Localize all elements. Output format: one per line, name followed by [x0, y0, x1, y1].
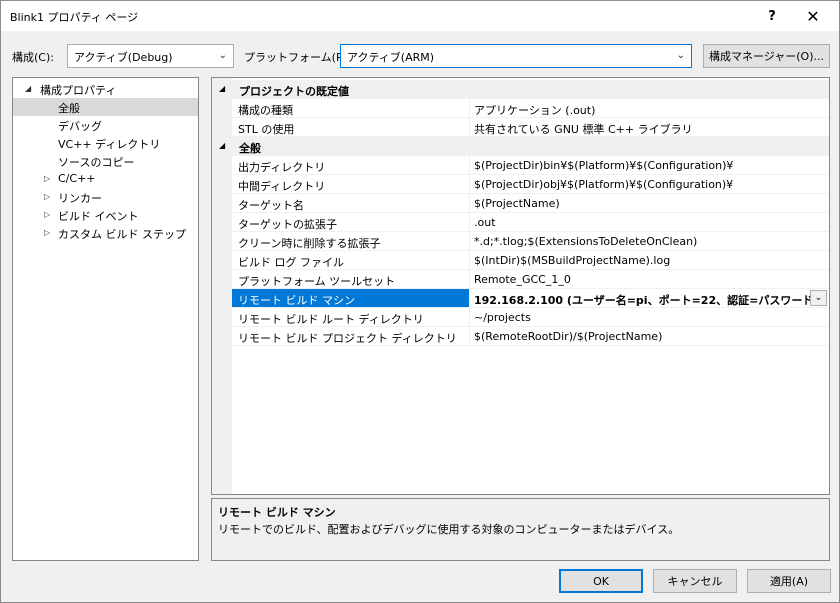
- property-row[interactable]: ビルド ログ ファイル $(IntDir)$(MSBuildProjectNam…: [232, 251, 829, 270]
- property-row[interactable]: プラットフォーム ツールセット Remote_GCC_1_0: [232, 270, 829, 289]
- property-value[interactable]: ~/projects: [470, 308, 829, 327]
- properties-dialog: Blink1 プロパティ ページ ? ✕ 構成(C): アクティブ(Debug)…: [0, 0, 840, 603]
- collapsed-icon[interactable]: ▷: [44, 192, 54, 201]
- tree-item-label: C/C++: [58, 172, 96, 185]
- property-value[interactable]: .out: [470, 213, 829, 232]
- property-row[interactable]: ターゲットの拡張子 .out: [232, 213, 829, 232]
- apply-button[interactable]: 適用(A): [747, 569, 831, 593]
- property-row[interactable]: クリーン時に削除する拡張子 *.d;*.tlog;$(ExtensionsToD…: [232, 232, 829, 251]
- property-name: クリーン時に削除する拡張子: [232, 232, 470, 251]
- tree-item-general[interactable]: 全般: [13, 98, 198, 116]
- property-name: ビルド ログ ファイル: [232, 251, 470, 270]
- property-row[interactable]: リモート ビルド プロジェクト ディレクトリ $(RemoteRootDir)/…: [232, 327, 829, 346]
- tree-item-configuration-properties[interactable]: ◢ 構成プロパティ: [13, 80, 198, 98]
- property-name: プラットフォーム ツールセット: [232, 270, 470, 289]
- property-value-text: 192.168.2.100 (ユーザー名=pi、ポート=22、認証=パスワード): [474, 294, 819, 307]
- description-title: リモート ビルド マシン: [218, 506, 336, 519]
- property-value[interactable]: Remote_GCC_1_0: [470, 270, 829, 289]
- configuration-dropdown[interactable]: アクティブ(Debug) ⌄: [67, 44, 234, 68]
- property-name: ターゲットの拡張子: [232, 213, 470, 232]
- configuration-manager-button[interactable]: 構成マネージャー(O)...: [703, 44, 830, 68]
- expanded-icon[interactable]: ◢: [25, 84, 35, 93]
- tree-item-label: 全般: [58, 102, 80, 115]
- expanded-icon[interactable]: ◢: [219, 141, 225, 150]
- tree-item-label: ソースのコピー: [58, 156, 135, 169]
- description-panel: リモート ビルド マシン リモートでのビルド、配置およびデバッグに使用する対象の…: [211, 498, 830, 561]
- property-name: リモート ビルド マシン: [232, 289, 470, 308]
- chevron-down-icon: ⌄: [676, 50, 685, 61]
- configuration-value: アクティブ(Debug): [74, 51, 173, 64]
- property-row[interactable]: リモート ビルド ルート ディレクトリ ~/projects: [232, 308, 829, 327]
- tree-item-c-cpp[interactable]: ▷ C/C++: [13, 170, 198, 188]
- property-name: リモート ビルド ルート ディレクトリ: [232, 308, 470, 327]
- tree-item-label: VC++ ディレクトリ: [58, 138, 161, 151]
- close-button[interactable]: ✕: [793, 1, 833, 31]
- property-grid[interactable]: ◢ プロジェクトの既定値 構成の種類 アプリケーション (.out) STL の…: [211, 77, 830, 495]
- platform-value: アクティブ(ARM): [347, 51, 435, 64]
- platform-label: プラットフォーム(P):: [244, 51, 351, 64]
- property-value[interactable]: $(ProjectDir)bin¥$(Platform)¥$(Configura…: [470, 156, 829, 175]
- chevron-down-icon: ⌄: [218, 50, 227, 61]
- category-label: 全般: [239, 142, 261, 155]
- collapsed-icon[interactable]: ▷: [44, 210, 54, 219]
- collapsed-icon[interactable]: ▷: [44, 174, 54, 183]
- chevron-down-icon: ⌄: [814, 293, 823, 303]
- tree-item-copy-sources[interactable]: ソースのコピー: [13, 152, 198, 170]
- property-value[interactable]: 192.168.2.100 (ユーザー名=pi、ポート=22、認証=パスワード)…: [470, 289, 829, 308]
- category-project-defaults[interactable]: ◢ プロジェクトの既定値: [212, 80, 829, 99]
- tree-item-vc-directories[interactable]: VC++ ディレクトリ: [13, 134, 198, 152]
- collapsed-icon[interactable]: ▷: [44, 228, 54, 237]
- cancel-button[interactable]: キャンセル: [653, 569, 737, 593]
- property-value[interactable]: $(ProjectDir)obj¥$(Platform)¥$(Configura…: [470, 175, 829, 194]
- property-tree[interactable]: ◢ 構成プロパティ 全般 デバッグ VC++ ディレクトリ ソースのコピー ▷ …: [12, 77, 199, 561]
- tree-item-build-events[interactable]: ▷ ビルド イベント: [13, 206, 198, 224]
- property-value[interactable]: 共有されている GNU 標準 C++ ライブラリ: [470, 118, 829, 137]
- property-row[interactable]: 中間ディレクトリ $(ProjectDir)obj¥$(Platform)¥$(…: [232, 175, 829, 194]
- property-name: STL の使用: [232, 118, 470, 137]
- property-name: 出力ディレクトリ: [232, 156, 470, 175]
- property-name: 構成の種類: [232, 99, 470, 118]
- description-text: リモートでのビルド、配置およびデバッグに使用する対象のコンピューターまたはデバイ…: [218, 523, 680, 536]
- property-value[interactable]: アプリケーション (.out): [470, 99, 829, 118]
- tree-item-label: カスタム ビルド ステップ: [58, 228, 186, 241]
- title-bar: Blink1 プロパティ ページ ? ✕: [1, 1, 839, 31]
- expanded-icon[interactable]: ◢: [219, 84, 225, 93]
- property-name: 中間ディレクトリ: [232, 175, 470, 194]
- ok-button[interactable]: OK: [559, 569, 643, 593]
- property-name: リモート ビルド プロジェクト ディレクトリ: [232, 327, 470, 346]
- configuration-label: 構成(C):: [12, 51, 54, 64]
- tree-item-linker[interactable]: ▷ リンカー: [13, 188, 198, 206]
- tree-item-label: ビルド イベント: [58, 210, 139, 223]
- tree-item-label: デバッグ: [58, 120, 102, 133]
- property-row[interactable]: ターゲット名 $(ProjectName): [232, 194, 829, 213]
- tree-item-label: リンカー: [58, 192, 102, 205]
- property-value[interactable]: $(RemoteRootDir)/$(ProjectName): [470, 327, 829, 346]
- property-value[interactable]: $(IntDir)$(MSBuildProjectName).log: [470, 251, 829, 270]
- property-row[interactable]: STL の使用 共有されている GNU 標準 C++ ライブラリ: [232, 118, 829, 137]
- value-dropdown-button[interactable]: ⌄: [810, 290, 827, 306]
- tree-item-label: 構成プロパティ: [40, 84, 117, 97]
- property-value[interactable]: $(ProjectName): [470, 194, 829, 213]
- property-value[interactable]: *.d;*.tlog;$(ExtensionsToDeleteOnClean): [470, 232, 829, 251]
- property-name: ターゲット名: [232, 194, 470, 213]
- property-row-selected[interactable]: リモート ビルド マシン 192.168.2.100 (ユーザー名=pi、ポート…: [232, 289, 829, 308]
- property-row[interactable]: 構成の種類 アプリケーション (.out): [232, 99, 829, 118]
- help-button[interactable]: ?: [752, 1, 792, 31]
- tree-item-custom-build-step[interactable]: ▷ カスタム ビルド ステップ: [13, 224, 198, 242]
- platform-dropdown[interactable]: アクティブ(ARM) ⌄: [340, 44, 692, 68]
- property-row[interactable]: 出力ディレクトリ $(ProjectDir)bin¥$(Platform)¥$(…: [232, 156, 829, 175]
- category-general[interactable]: ◢ 全般: [212, 137, 829, 156]
- tree-item-debugging[interactable]: デバッグ: [13, 116, 198, 134]
- window-title: Blink1 プロパティ ページ: [10, 11, 139, 24]
- category-label: プロジェクトの既定値: [239, 85, 349, 98]
